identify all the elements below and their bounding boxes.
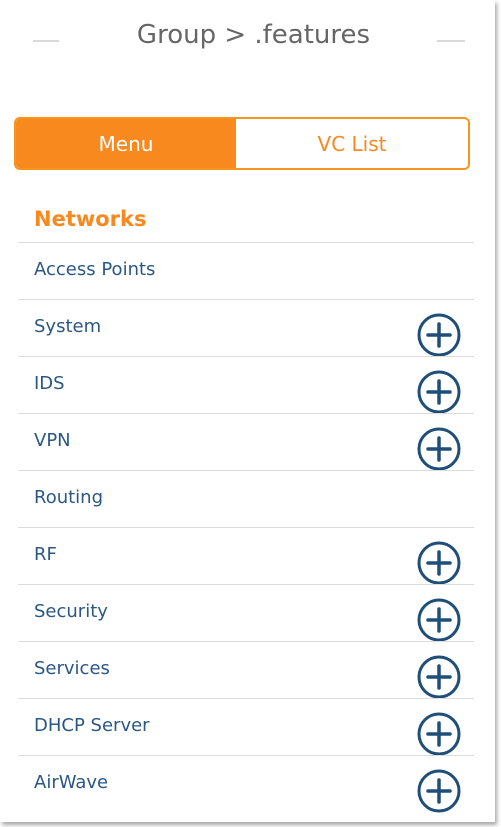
- nav-item-label: Services: [34, 658, 110, 679]
- header-right-divider: [437, 40, 465, 42]
- nav-item-label: System: [34, 316, 102, 337]
- menu-tab[interactable]: Menu: [16, 119, 236, 168]
- vc-list-tab[interactable]: VC List: [236, 119, 468, 168]
- panel-header: Group > .features: [0, 0, 495, 80]
- nav-item-security[interactable]: Security: [18, 584, 474, 643]
- plus-circle-icon[interactable]: [416, 711, 462, 757]
- nav-item-label: IDS: [34, 373, 65, 394]
- nav-item-dhcp-server[interactable]: DHCP Server: [18, 698, 474, 757]
- nav-item-label: Access Points: [34, 259, 156, 280]
- plus-circle-icon[interactable]: [416, 597, 462, 643]
- nav-item-services[interactable]: Services: [18, 641, 474, 700]
- nav-item-label: DHCP Server: [34, 715, 150, 736]
- nav-item-label: VPN: [34, 430, 71, 451]
- plus-circle-icon[interactable]: [416, 768, 462, 814]
- nav-item-airwave[interactable]: AirWave: [18, 755, 474, 814]
- nav-list: Access Points System IDS VPN Routing RF …: [18, 242, 474, 814]
- nav-item-label: Security: [34, 601, 108, 622]
- plus-circle-icon[interactable]: [416, 540, 462, 586]
- plus-circle-icon[interactable]: [416, 312, 462, 358]
- plus-circle-icon[interactable]: [416, 369, 462, 415]
- navigation-panel: Group > .features Menu VC List Networks …: [0, 0, 495, 822]
- view-toggle: Menu VC List: [14, 117, 470, 170]
- section-title-networks[interactable]: Networks: [34, 207, 147, 231]
- nav-item-access-points[interactable]: Access Points: [18, 242, 474, 299]
- nav-item-routing[interactable]: Routing: [18, 470, 474, 527]
- plus-circle-icon[interactable]: [416, 654, 462, 700]
- nav-item-system[interactable]: System: [18, 299, 474, 358]
- nav-item-vpn[interactable]: VPN: [18, 413, 474, 472]
- plus-circle-icon[interactable]: [416, 426, 462, 472]
- nav-item-rf[interactable]: RF: [18, 527, 474, 586]
- nav-item-label: RF: [34, 544, 57, 565]
- nav-item-label: Routing: [34, 487, 104, 508]
- nav-item-ids[interactable]: IDS: [18, 356, 474, 415]
- breadcrumb[interactable]: Group > .features: [0, 20, 495, 50]
- nav-item-label: AirWave: [34, 772, 109, 793]
